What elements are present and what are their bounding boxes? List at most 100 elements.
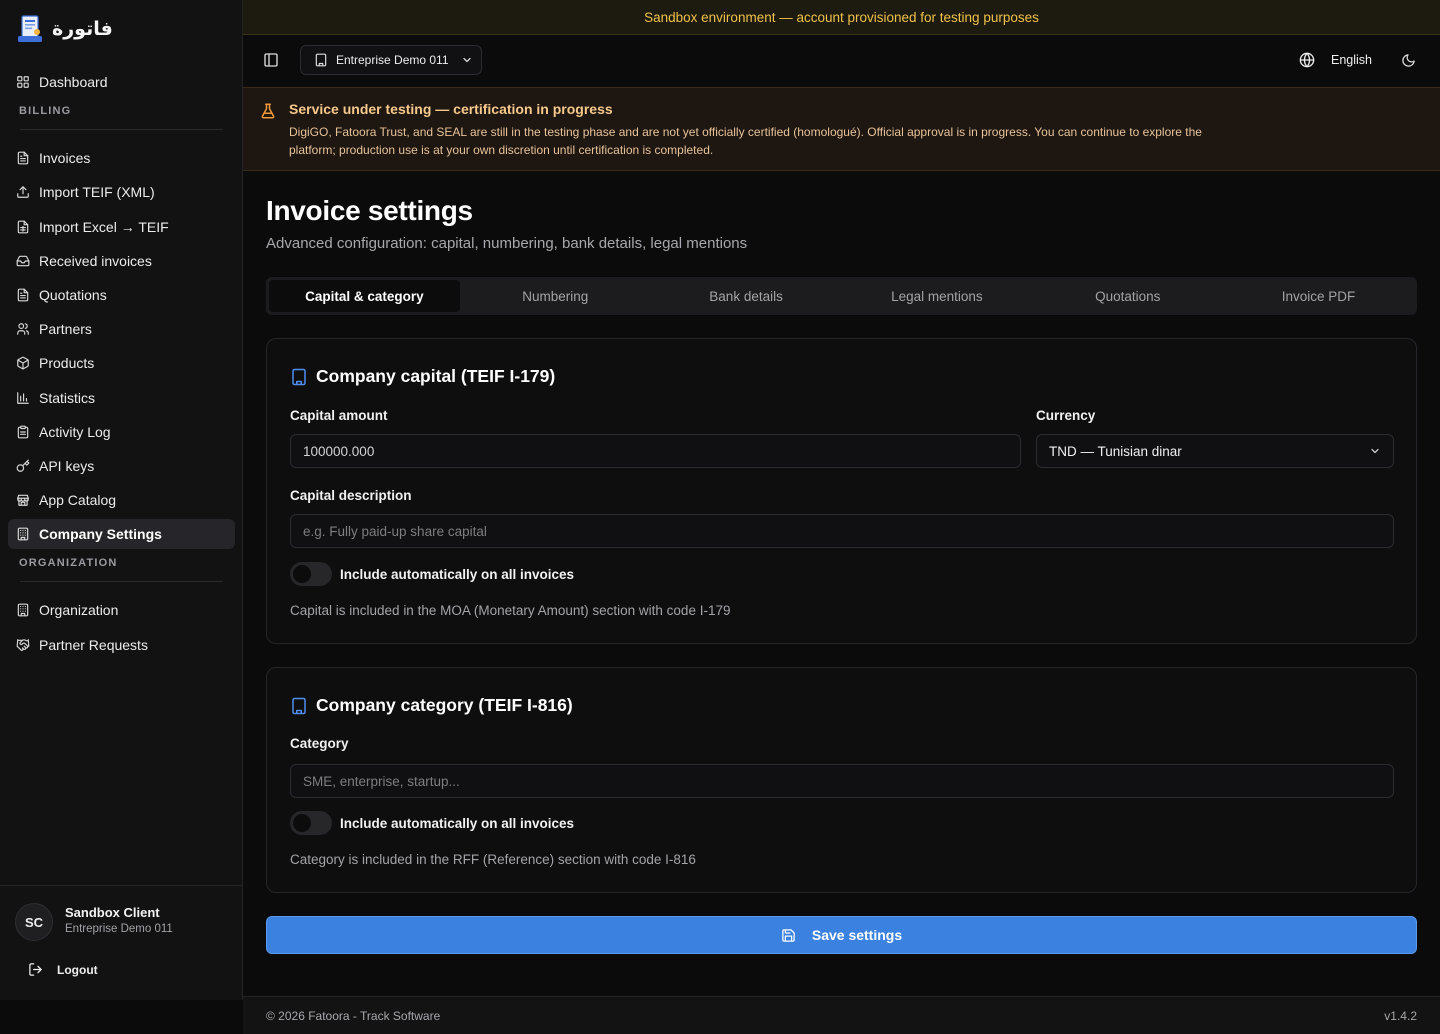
sidebar-item-label: Import TEIF (XML) (39, 184, 155, 201)
inbox-icon (16, 255, 30, 266)
page-subtitle: Advanced configuration: capital, numberi… (266, 235, 748, 252)
sidebar-item-organization[interactable]: Organization (8, 595, 235, 625)
category-input[interactable]: SME, enterprise, startup... (290, 764, 1394, 798)
currency-select[interactable]: TND — Tunisian dinar (1036, 434, 1394, 468)
company-category-card: Company category (TEIF I-816) Category S… (266, 667, 1417, 893)
building-icon (292, 368, 306, 385)
tab-invoice-pdf[interactable]: Invoice PDF (1223, 280, 1414, 312)
sidebar-item-dashboard[interactable]: Dashboard (8, 67, 235, 97)
sidebar-item-label: Statistics (39, 389, 96, 406)
toggle-knob (293, 814, 311, 832)
building-icon (17, 527, 29, 541)
capital-include-label: Include automatically on all invoices (340, 566, 575, 582)
sidebar-item-label: Import Excel → TEIF (39, 218, 169, 235)
capital-description-label: Capital description (290, 488, 412, 503)
sidebar-item-company-settings[interactable]: Company Settings (8, 519, 235, 550)
invoice-document-icon (18, 15, 42, 42)
footer-version: v1.4.2 (1384, 1009, 1417, 1023)
sidebar-item-label: Invoices (39, 150, 91, 167)
tab-bank-details[interactable]: Bank details (651, 280, 842, 312)
footer: © 2026 Fatoora - Track Software v1.4.2 (243, 996, 1440, 1034)
sidebar-divider (20, 129, 223, 131)
sidebar-item-products[interactable]: Products (8, 348, 235, 378)
sidebar-item-label: App Catalog (39, 492, 117, 509)
sidebar-item-invoices[interactable]: Invoices (8, 143, 235, 173)
company-capital-title-text: Company capital (TEIF I-179) (316, 366, 556, 386)
company-capital-card: Company capital (TEIF I-179) Capital amo… (266, 338, 1417, 644)
building-icon (315, 53, 327, 67)
capital-description-input[interactable]: e.g. Fully paid-up share capital (290, 514, 1394, 548)
sidebar-bottom-strip (0, 1000, 243, 1034)
sidebar-item-label: Company Settings (39, 526, 162, 543)
currency-label: Currency (1036, 408, 1096, 423)
users-icon (17, 323, 29, 335)
sidebar-item-import-excel-teif[interactable]: Import Excel → TEIF (8, 212, 235, 242)
user-name: Sandbox Client (65, 905, 160, 920)
organization-selector[interactable]: Entreprise Demo 011 (300, 45, 482, 75)
building-icon (17, 604, 29, 617)
building-icon (292, 697, 306, 714)
category-include-label: Include automatically on all invoices (340, 815, 575, 831)
sidebar-item-received-invoices[interactable]: Received invoices (8, 246, 235, 276)
sidebar-item-label: Dashboard (39, 74, 108, 90)
category-include-toggle-row: Include automatically on all invoices (290, 811, 574, 835)
settings-tabs: Capital & category Numbering Bank details L… (266, 277, 1417, 315)
chevron-down-icon (1371, 448, 1379, 454)
sidebar-item-partner-requests[interactable]: Partner Requests (8, 630, 235, 660)
handshake-icon (16, 638, 30, 651)
sandbox-banner: Sandbox environment — account provisione… (243, 0, 1440, 35)
sidebar-item-app-catalog[interactable]: App Catalog (8, 485, 235, 515)
tab-quotations[interactable]: Quotations (1032, 280, 1223, 312)
package-icon (17, 356, 29, 370)
footer-copyright: © 2026 Fatoora - Track Software (266, 1009, 441, 1023)
sidebar-nav: Dashboard BILLING Invoices Import TEIF (XML… (8, 67, 235, 664)
language-label: English (1331, 53, 1372, 67)
sidebar-toggle-icon[interactable] (263, 52, 279, 68)
capital-amount-input[interactable]: 100000.000 (290, 434, 1021, 468)
sidebar-item-activity-log[interactable]: Activity Log (8, 417, 235, 447)
moon-icon[interactable] (1401, 53, 1416, 68)
tab-capital-category[interactable]: Capital & category (269, 280, 460, 312)
store-icon (17, 494, 29, 506)
alert-body: DigiGO, Fatoora Trust, and SEAL are stil… (289, 125, 1202, 157)
sidebar: فاتورة Dashboard BILLING Invoices Import TE… (0, 0, 243, 1000)
user-organization: Entreprise Demo 011 (65, 923, 173, 935)
tab-numbering[interactable]: Numbering (460, 280, 651, 312)
sidebar-item-label: Partner Requests (39, 636, 148, 653)
logout-button[interactable]: Logout (28, 962, 98, 977)
flask-icon (261, 103, 275, 119)
sidebar-item-quotations[interactable]: Quotations (8, 280, 235, 310)
sidebar-item-statistics[interactable]: Statistics (8, 383, 235, 413)
sidebar-divider (20, 581, 223, 583)
category-include-toggle[interactable] (290, 811, 332, 835)
bar-chart-icon (17, 391, 29, 404)
document-icon (17, 151, 29, 165)
sidebar-item-label: Products (39, 355, 95, 372)
sidebar-item-api-keys[interactable]: API keys (8, 451, 235, 481)
avatar[interactable]: SC (15, 903, 53, 941)
sidebar-item-import-teif-xml[interactable]: Import TEIF (XML) (8, 177, 235, 207)
clipboard-icon (17, 425, 29, 439)
user-panel: SC Sandbox Client Entreprise Demo 011 Lo… (0, 885, 243, 1000)
toolbar: Entreprise Demo 011 English (243, 35, 1440, 87)
app-logo-text: فاتورة (52, 18, 113, 40)
capital-include-toggle-row: Include automatically on all invoices (290, 562, 574, 586)
sidebar-section-organization: ORGANIZATION (19, 557, 118, 570)
tab-legal-mentions[interactable]: Legal mentions (841, 280, 1032, 312)
category-hint: Category is included in the RFF (Referen… (290, 852, 696, 867)
capital-include-toggle[interactable] (290, 562, 332, 586)
sidebar-section-billing: BILLING (19, 105, 72, 118)
globe-icon (1299, 52, 1315, 68)
organization-selector-label: Entreprise Demo 011 (336, 53, 449, 67)
sidebar-item-label: API keys (39, 457, 95, 474)
certification-alert: Service under testing — certification in… (243, 87, 1440, 171)
save-settings-label: Save settings (811, 927, 903, 943)
grid-icon (17, 76, 29, 88)
page-title: Invoice settings (266, 195, 473, 226)
sidebar-item-partners[interactable]: Partners (8, 314, 235, 344)
app-logo[interactable]: فاتورة (16, 14, 113, 44)
save-settings-button[interactable]: Save settings (266, 916, 1417, 954)
alert-title: Service under testing — certification in… (289, 101, 613, 117)
language-selector[interactable]: English (1299, 52, 1372, 68)
logout-label: Logout (57, 962, 98, 977)
